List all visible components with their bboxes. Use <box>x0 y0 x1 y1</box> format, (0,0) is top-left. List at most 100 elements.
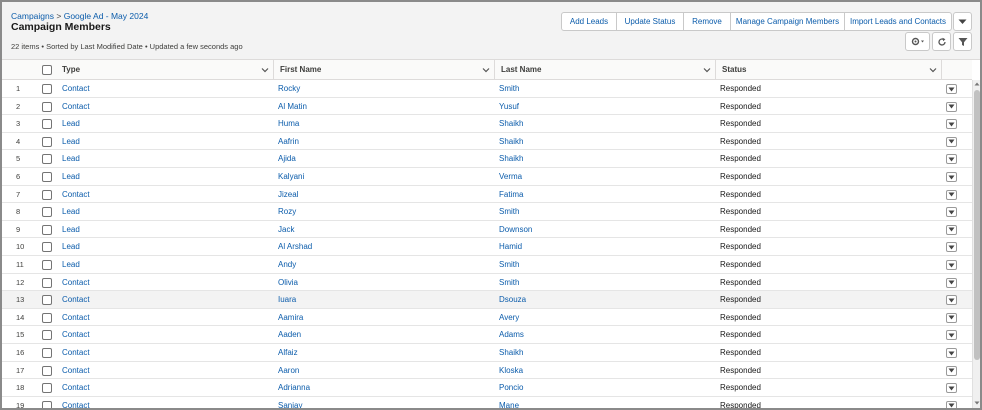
last-name-link[interactable]: Shaikh <box>499 115 523 132</box>
chevron-down-icon[interactable] <box>261 66 269 74</box>
row-checkbox[interactable] <box>42 84 52 94</box>
first-name-link[interactable]: Aaden <box>278 326 301 343</box>
type-link[interactable]: Lead <box>62 238 80 255</box>
row-checkbox[interactable] <box>42 119 52 130</box>
scroll-down-icon[interactable] <box>974 400 980 406</box>
row-actions-button[interactable] <box>946 260 957 270</box>
list-settings-button[interactable] <box>905 32 930 51</box>
table-row[interactable]: 15 Contact Aaden Adams Responded <box>2 326 972 344</box>
row-actions-button[interactable] <box>946 101 957 112</box>
row-checkbox[interactable] <box>42 277 52 288</box>
table-row[interactable]: 13 Contact Iuara Dsouza Responded <box>2 291 972 309</box>
table-row[interactable]: 8 Lead Rozy Smith Responded <box>2 203 972 221</box>
table-row[interactable]: 12 Contact Olivia Smith Responded <box>2 273 972 292</box>
row-actions-button[interactable] <box>946 84 957 94</box>
row-checkbox[interactable] <box>42 189 52 200</box>
first-name-link[interactable]: Aafrin <box>278 133 299 150</box>
scroll-up-icon[interactable] <box>974 81 980 87</box>
row-checkbox[interactable] <box>42 224 52 235</box>
table-row[interactable]: 3 Lead Huma Shaikh Responded <box>2 115 972 133</box>
type-link[interactable]: Contact <box>62 379 90 396</box>
last-name-link[interactable]: Smith <box>499 274 519 291</box>
table-row[interactable]: 11 Lead Andy Smith Responded <box>2 256 972 274</box>
table-row[interactable]: 5 Lead Ajida Shaikh Responded <box>2 150 972 168</box>
last-name-link[interactable]: Adams <box>499 326 524 343</box>
table-row[interactable]: 4 Lead Aafrin Shaikh Responded <box>2 132 972 151</box>
last-name-link[interactable]: Smith <box>499 256 519 273</box>
last-name-link[interactable]: Shaikh <box>499 344 523 361</box>
type-link[interactable]: Contact <box>62 326 90 343</box>
remove-button[interactable]: Remove <box>683 12 731 31</box>
type-link[interactable]: Lead <box>62 221 80 238</box>
last-name-link[interactable]: Yusuf <box>499 98 519 115</box>
last-name-link[interactable]: Smith <box>499 203 519 220</box>
table-row[interactable]: 16 Contact Alfaiz Shaikh Responded <box>2 344 972 362</box>
type-link[interactable]: Lead <box>62 150 80 167</box>
type-link[interactable]: Contact <box>62 291 90 308</box>
row-actions-button[interactable] <box>946 365 957 376</box>
column-header-status[interactable]: Status <box>716 60 942 80</box>
table-row[interactable]: 17 Contact Aaron Kloska Responded <box>2 361 972 380</box>
row-actions-button[interactable] <box>946 295 957 306</box>
type-link[interactable]: Lead <box>62 256 80 273</box>
first-name-link[interactable]: Rozy <box>278 203 296 220</box>
type-link[interactable]: Contact <box>62 397 90 408</box>
type-link[interactable]: Lead <box>62 203 80 220</box>
first-name-link[interactable]: Al Matin <box>278 98 307 115</box>
last-name-link[interactable]: Verma <box>499 168 522 185</box>
last-name-link[interactable]: Shaikh <box>499 133 523 150</box>
column-header-first-name[interactable]: First Name <box>274 60 495 80</box>
row-checkbox[interactable] <box>42 383 52 394</box>
first-name-link[interactable]: Andy <box>278 256 296 273</box>
last-name-link[interactable]: Mane <box>499 397 519 408</box>
row-checkbox[interactable] <box>42 136 52 147</box>
table-row[interactable]: 7 Contact Jizeal Fatima Responded <box>2 185 972 204</box>
column-header-last-name[interactable]: Last Name <box>495 60 716 80</box>
first-name-link[interactable]: Adrianna <box>278 379 310 396</box>
first-name-link[interactable]: Rocky <box>278 80 300 97</box>
more-actions-button[interactable] <box>953 12 972 31</box>
row-actions-button[interactable] <box>946 348 957 358</box>
update-status-button[interactable]: Update Status <box>616 12 684 31</box>
row-actions-button[interactable] <box>946 136 957 147</box>
row-checkbox[interactable] <box>42 348 52 358</box>
row-actions-button[interactable] <box>946 189 957 200</box>
row-checkbox[interactable] <box>42 295 52 306</box>
type-link[interactable]: Contact <box>62 98 90 115</box>
row-actions-button[interactable] <box>946 242 957 253</box>
row-actions-button[interactable] <box>946 119 957 130</box>
last-name-link[interactable]: Smith <box>499 80 519 97</box>
table-row[interactable]: 18 Contact Adrianna Poncio Responded <box>2 379 972 397</box>
type-link[interactable]: Contact <box>62 274 90 291</box>
last-name-link[interactable]: Dsouza <box>499 291 526 308</box>
first-name-link[interactable]: Alfaiz <box>278 344 298 361</box>
type-link[interactable]: Lead <box>62 115 80 132</box>
first-name-link[interactable]: Iuara <box>278 291 296 308</box>
first-name-link[interactable]: Jizeal <box>278 186 298 203</box>
row-actions-button[interactable] <box>946 277 957 288</box>
table-row[interactable]: 6 Lead Kalyani Verma Responded <box>2 168 972 186</box>
chevron-down-icon[interactable] <box>482 66 490 74</box>
add-leads-button[interactable]: Add Leads <box>561 12 617 31</box>
type-link[interactable]: Lead <box>62 133 80 150</box>
row-checkbox[interactable] <box>42 260 52 270</box>
row-checkbox[interactable] <box>42 400 52 408</box>
last-name-link[interactable]: Kloska <box>499 362 523 379</box>
chevron-down-icon[interactable] <box>703 66 711 74</box>
breadcrumb-campaigns-link[interactable]: Campaigns <box>11 11 54 21</box>
row-actions-button[interactable] <box>946 224 957 235</box>
row-actions-button[interactable] <box>946 400 957 408</box>
table-row[interactable]: 10 Lead Al Arshad Hamid Responded <box>2 238 972 256</box>
vertical-scrollbar[interactable] <box>972 80 980 408</box>
last-name-link[interactable]: Hamid <box>499 238 522 255</box>
first-name-link[interactable]: Ajida <box>278 150 296 167</box>
row-checkbox[interactable] <box>42 242 52 253</box>
row-checkbox[interactable] <box>42 172 52 182</box>
row-checkbox[interactable] <box>42 154 52 165</box>
row-actions-button[interactable] <box>946 330 957 341</box>
first-name-link[interactable]: Kalyani <box>278 168 304 185</box>
select-all-checkbox[interactable] <box>42 65 52 75</box>
row-actions-button[interactable] <box>946 172 957 182</box>
table-row[interactable]: 1 Contact Rocky Smith Responded <box>2 80 972 98</box>
type-link[interactable]: Contact <box>62 309 90 326</box>
